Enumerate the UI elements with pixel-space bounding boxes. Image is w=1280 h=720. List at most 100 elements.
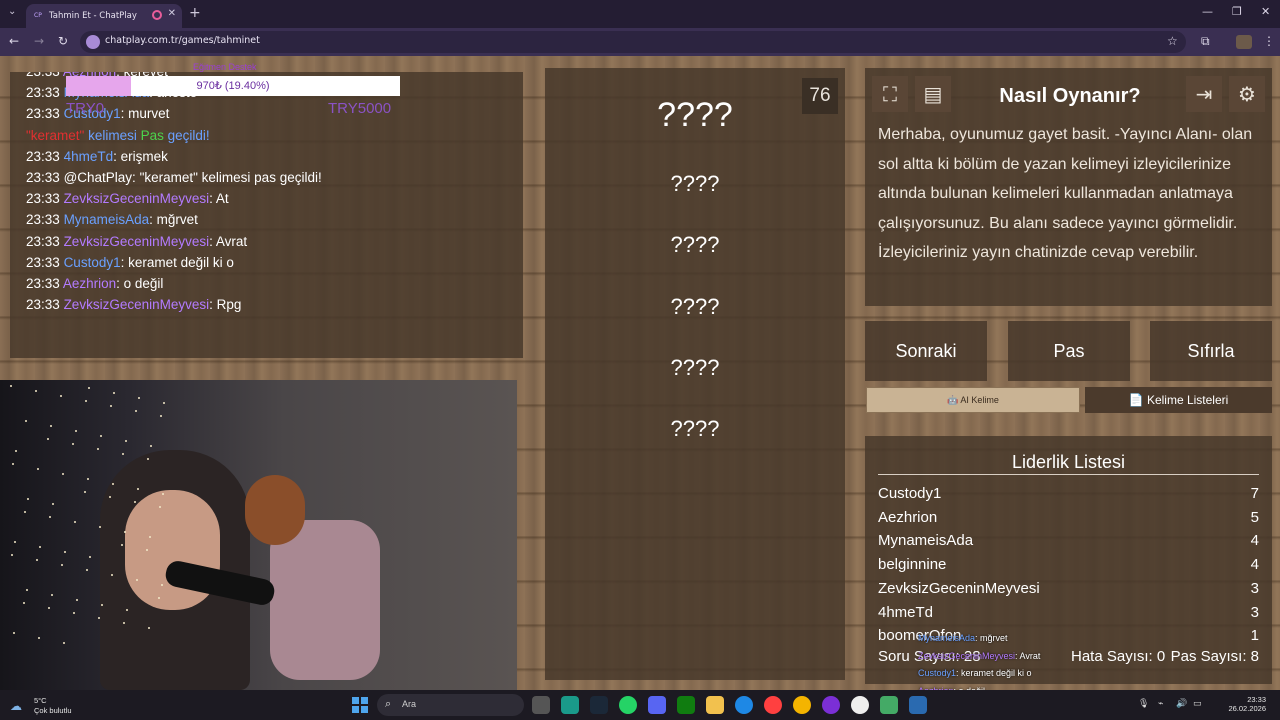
fairy-light	[163, 402, 165, 404]
word-lists-button[interactable]: 📄 Kelime Listeleri	[1085, 387, 1272, 413]
chat-separator: :	[120, 254, 129, 270]
leaderboard-name: MynameisAda	[878, 532, 974, 550]
back-button[interactable]: ←	[9, 34, 19, 48]
chat-username[interactable]: ZevksizGeceninMeyvesi	[64, 297, 210, 312]
menu-kebab-icon[interactable]: ⋮	[1263, 34, 1275, 48]
floating-chat-text: : Avrat	[1015, 650, 1041, 661]
volume-tray-icon[interactable]: 🔊	[1176, 699, 1187, 709]
network-tray-icon[interactable]: ⌁	[1158, 699, 1163, 709]
taskbar-search[interactable]: ⌕ Ara	[377, 694, 524, 716]
leaderboard-score: 1	[1250, 627, 1259, 645]
chat-text: mğrvet	[156, 212, 198, 228]
steam-icon[interactable]	[590, 696, 608, 714]
forward-button[interactable]: →	[34, 34, 44, 48]
fairy-light	[73, 612, 75, 614]
webcam-feed	[0, 380, 517, 690]
fairy-light	[113, 392, 115, 394]
fairy-light	[50, 425, 52, 427]
leaderboard-name: ZevksizGeceninMeyvesi	[878, 579, 1040, 597]
chat-username[interactable]: Custody1	[64, 255, 121, 270]
app-icon-purple[interactable]	[822, 696, 840, 714]
system-mid: kelimesi	[84, 127, 141, 143]
chat-message: 23:33 @ChatPlay: "keramet" kelimesi pas …	[26, 170, 322, 185]
fairy-light	[122, 453, 124, 455]
chat-separator: :	[209, 191, 216, 207]
pass-button[interactable]: Pas	[1008, 321, 1130, 381]
fairy-light	[24, 511, 26, 513]
chat-username[interactable]: 4hmeTd	[64, 149, 114, 164]
fairy-light	[136, 579, 138, 581]
edge-icon[interactable]	[561, 696, 579, 714]
chat-timestamp: 23:33	[26, 148, 60, 164]
floating-chat-user: Custody1	[918, 668, 957, 679]
goal-progress-bar: 970₺ (19.40%)	[66, 76, 400, 96]
fairy-light	[121, 544, 123, 546]
tab-search-chevron-icon[interactable]: ⌄	[8, 6, 16, 17]
chrome-icon[interactable]	[793, 696, 811, 714]
reload-button[interactable]: ↻	[58, 34, 68, 48]
battery-tray-icon[interactable]: ▭	[1193, 699, 1202, 709]
fairy-light	[110, 405, 112, 407]
chat-separator: :	[120, 106, 129, 122]
chat-message: 23:33 4hmeTd: erişmek	[26, 149, 168, 164]
chat-timestamp: 23:33	[26, 254, 60, 270]
close-window-button[interactable]: ✕	[1261, 5, 1270, 18]
fairy-light	[134, 501, 136, 503]
chat-username[interactable]: ZevksizGeceninMeyvesi	[64, 191, 210, 206]
url-field[interactable]: chatplay.com.tr/games/tahminet	[80, 31, 1186, 53]
windows-start-icon[interactable]	[352, 697, 368, 713]
tab-active[interactable]: CP Tahmin Et - ChatPlay ✕	[26, 4, 182, 28]
maximize-button[interactable]: ❐	[1232, 5, 1242, 18]
chat-separator: :	[113, 148, 121, 164]
floating-chat-line: ZevksizGeceninMeyvesi: Avrat	[918, 651, 1178, 661]
next-button[interactable]: Sonraki	[865, 321, 987, 381]
discord-icon[interactable]	[648, 696, 666, 714]
mic-tray-icon[interactable]: 🎙	[1138, 699, 1149, 709]
pass-count: Pas Sayısı: 8	[1170, 648, 1259, 665]
fairy-light	[64, 551, 66, 553]
fairy-light	[147, 458, 149, 460]
profile-avatar[interactable]	[1236, 35, 1252, 49]
new-tab-button[interactable]: +	[189, 5, 201, 21]
obs-icon[interactable]	[851, 696, 869, 714]
xbox-icon[interactable]	[677, 696, 695, 714]
reset-button[interactable]: Sıfırla	[1150, 321, 1272, 381]
goal-min-label: TRY0	[66, 100, 105, 117]
chat-text: murvet	[128, 106, 170, 122]
floating-chat-line: Custody1: keramet değil ki o	[918, 668, 1178, 678]
clock[interactable]: 23:33 26.02.2026	[1210, 695, 1266, 713]
tab-close-icon[interactable]: ✕	[168, 8, 176, 19]
chat-timestamp: 23:33	[26, 297, 60, 313]
fairy-light	[112, 483, 114, 485]
leaderboard-panel: Liderlik Listesi Soru Sayısı: 28 Hata Sa…	[865, 436, 1272, 684]
ai-word-button[interactable]: 🤖 AI Kelime	[866, 387, 1080, 413]
extensions-icon[interactable]: ⧉	[1201, 34, 1210, 49]
fullscreen-icon[interactable]: ⛶	[872, 76, 908, 112]
bookmark-star-icon[interactable]: ☆	[1167, 34, 1178, 48]
whatsapp-icon[interactable]	[619, 696, 637, 714]
exit-icon[interactable]: ⇥	[1186, 76, 1222, 112]
gear-icon[interactable]: ⚙	[1229, 76, 1265, 112]
document-icon[interactable]: ▤	[915, 76, 951, 112]
taboo-word-2: ????	[670, 232, 720, 257]
fairy-light	[124, 531, 126, 533]
leaderboard-row: Custody1 7	[878, 485, 1259, 505]
minimize-button[interactable]: —	[1202, 5, 1213, 18]
chat-timestamp: 23:33	[26, 106, 60, 122]
chat-username[interactable]: Aezhrion	[63, 276, 116, 291]
task-view-icon[interactable]	[532, 696, 550, 714]
chat-username[interactable]: @ChatPlay	[64, 170, 132, 185]
edge-browser-icon[interactable]	[735, 696, 753, 714]
fairy-light	[84, 491, 86, 493]
app-icon-red[interactable]	[764, 696, 782, 714]
file-explorer-icon[interactable]	[706, 696, 724, 714]
chat-username[interactable]: ZevksizGeceninMeyvesi	[64, 234, 210, 249]
app-icon-green[interactable]	[880, 696, 898, 714]
chat-username[interactable]: MynameisAda	[64, 212, 150, 227]
site-info-icon[interactable]	[86, 35, 100, 49]
taboo-word-1: ????	[670, 171, 720, 196]
app-icon-blue[interactable]	[909, 696, 927, 714]
floating-chat-user: ZevksizGeceninMeyvesi	[918, 650, 1016, 661]
fairy-light	[160, 415, 162, 417]
clock-date: 26.02.2026	[1228, 704, 1266, 713]
